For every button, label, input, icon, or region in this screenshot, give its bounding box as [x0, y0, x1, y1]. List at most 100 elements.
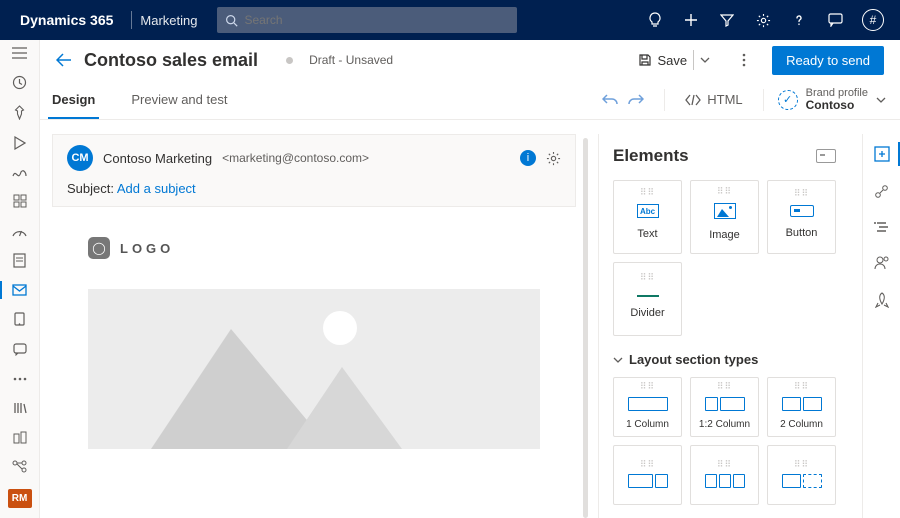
connections-icon[interactable]	[11, 459, 29, 473]
form-icon[interactable]	[11, 253, 29, 268]
personalize-tool-icon[interactable]	[874, 255, 889, 270]
sender-name[interactable]: Contoso Marketing	[103, 151, 212, 166]
settings-gear-icon[interactable]	[754, 11, 772, 29]
drag-grip-icon: ⠿⠿	[794, 384, 809, 389]
undo-icon[interactable]	[602, 93, 618, 107]
designer-tabs: Design Preview and test HTML ✓ Brand pro…	[0, 80, 900, 120]
layout-card-custom[interactable]: ⠿⠿	[767, 445, 836, 505]
drag-grip-icon: ⠿⠿	[640, 275, 655, 280]
user-badge[interactable]: RM	[8, 489, 32, 508]
segments-icon[interactable]	[11, 194, 29, 208]
search-input[interactable]	[244, 13, 509, 27]
redo-icon[interactable]	[628, 93, 644, 107]
more-nav-icon[interactable]	[11, 371, 29, 385]
app-name[interactable]: Marketing	[140, 13, 217, 28]
info-icon[interactable]: i	[520, 150, 536, 166]
chevron-down-icon	[613, 357, 623, 363]
status-text: Draft - Unsaved	[309, 53, 393, 67]
divider-element-icon	[637, 295, 659, 297]
library-icon[interactable]	[11, 401, 29, 415]
global-search[interactable]	[217, 7, 517, 33]
user-avatar[interactable]: #	[862, 9, 884, 31]
status-indicator	[286, 57, 293, 64]
subject-label: Subject:	[67, 181, 114, 196]
drag-grip-icon: ⠿⠿	[717, 384, 732, 389]
element-label: Divider	[630, 307, 664, 319]
save-dropdown[interactable]	[693, 50, 716, 70]
assets-icon[interactable]	[11, 430, 29, 444]
styles-tool-icon[interactable]	[874, 221, 889, 233]
save-icon	[638, 53, 652, 67]
elements-tool-icon[interactable]	[874, 146, 890, 162]
global-top-bar: Dynamics 365 Marketing #	[0, 0, 900, 40]
layout-label: 1 Column	[626, 419, 669, 430]
back-icon[interactable]	[56, 53, 72, 67]
layout-1-2-column[interactable]: ⠿⠿ 1:2 Column	[690, 377, 759, 437]
journeys-icon[interactable]	[11, 165, 29, 179]
lightbulb-icon[interactable]	[646, 11, 664, 29]
save-button[interactable]: Save	[632, 46, 723, 74]
page-title: Contoso sales email	[84, 50, 258, 71]
html-view-button[interactable]: HTML	[679, 88, 748, 111]
add-subject-link[interactable]: Add a subject	[117, 181, 196, 196]
element-text[interactable]: ⠿⠿ Abc Text	[613, 180, 682, 254]
drag-grip-icon: ⠿⠿	[717, 189, 732, 194]
tab-preview[interactable]: Preview and test	[127, 80, 231, 119]
elements-title: Elements	[613, 146, 689, 166]
notification-icon[interactable]	[11, 312, 29, 327]
brand-profile-selector[interactable]: ✓ Brand profile Contoso	[778, 87, 886, 112]
layout-card-extra-2[interactable]: ⠿⠿	[690, 445, 759, 505]
text-element-icon: Abc	[637, 204, 659, 218]
button-element-icon	[790, 205, 814, 217]
filter-icon[interactable]	[718, 11, 736, 29]
layout-label: 2 Column	[780, 419, 823, 430]
layout-2-column[interactable]: ⠿⠿ 2 Column	[767, 377, 836, 437]
header-settings-icon[interactable]	[546, 151, 561, 166]
link-tool-icon[interactable]	[874, 184, 889, 199]
elements-panel: Elements ⠿⠿ Abc Text ⠿⠿ Image ⠿⠿ Button	[598, 134, 850, 518]
logo-placeholder-icon: ◯	[88, 237, 110, 259]
sms-icon[interactable]	[11, 342, 29, 356]
element-label: Text	[637, 228, 657, 240]
email-icon[interactable]	[11, 283, 29, 297]
layout-card-extra-1[interactable]: ⠿⠿	[613, 445, 682, 505]
play-icon[interactable]	[11, 135, 29, 149]
layout-section-title: Layout section types	[629, 352, 758, 367]
element-button[interactable]: ⠿⠿ Button	[767, 180, 836, 254]
left-nav-rail: RM	[0, 40, 40, 518]
tab-design[interactable]: Design	[48, 80, 99, 119]
logo-block[interactable]: ◯ LOGO	[88, 237, 540, 259]
element-divider[interactable]: ⠿⠿ Divider	[613, 262, 682, 336]
drag-grip-icon: ⠿⠿	[640, 462, 655, 467]
add-icon[interactable]	[682, 11, 700, 29]
brand-divider	[131, 11, 132, 29]
drag-grip-icon: ⠿⠿	[640, 384, 655, 389]
sender-avatar: CM	[67, 145, 93, 171]
search-icon	[225, 14, 238, 27]
brand-check-icon: ✓	[778, 90, 798, 110]
save-label: Save	[658, 53, 688, 68]
element-image[interactable]: ⠿⠿ Image	[690, 180, 759, 254]
drag-grip-icon: ⠿⠿	[640, 190, 655, 195]
pin-icon[interactable]	[11, 105, 29, 120]
help-icon[interactable]	[790, 11, 808, 29]
ready-to-send-button[interactable]: Ready to send	[772, 46, 884, 75]
image-placeholder[interactable]	[88, 289, 540, 449]
canvas-scrollbar[interactable]	[583, 138, 588, 518]
brand-name[interactable]: Dynamics 365	[10, 12, 123, 28]
speedometer-icon[interactable]	[11, 223, 29, 237]
panel-layout-icon[interactable]	[816, 149, 836, 163]
chat-icon[interactable]	[826, 11, 844, 29]
rocket-tool-icon[interactable]	[875, 292, 889, 308]
command-bar: Contoso sales email Draft - Unsaved Save…	[0, 40, 900, 80]
email-header: CM Contoso Marketing <marketing@contoso.…	[52, 134, 576, 207]
layout-1-column[interactable]: ⠿⠿ 1 Column	[613, 377, 682, 437]
email-canvas[interactable]: CM Contoso Marketing <marketing@contoso.…	[52, 134, 586, 518]
element-label: Image	[709, 229, 740, 241]
drag-grip-icon: ⠿⠿	[794, 462, 809, 467]
html-label: HTML	[707, 92, 742, 107]
chevron-down-icon	[876, 97, 886, 103]
more-actions-icon[interactable]	[732, 53, 756, 67]
layout-section-header[interactable]: Layout section types	[613, 352, 836, 367]
right-tool-rail	[862, 134, 900, 518]
